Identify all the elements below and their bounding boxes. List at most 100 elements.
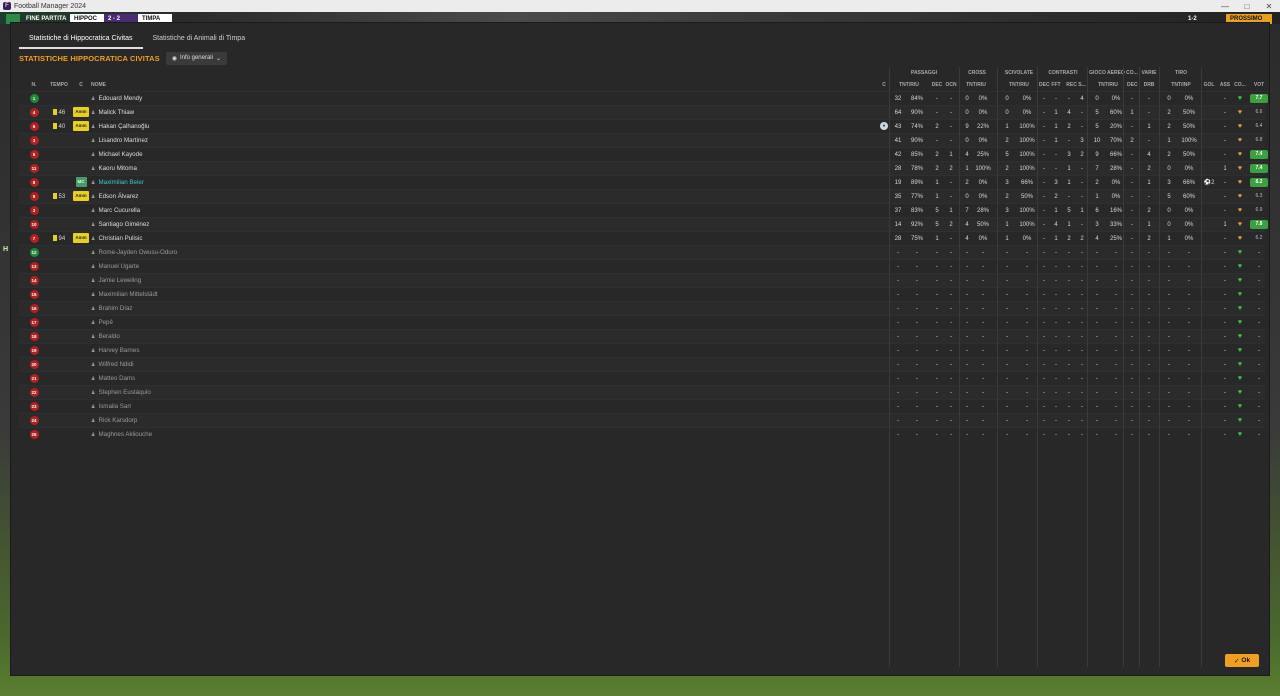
table-row[interactable]: 20 ♟ Wilfred Ndidi - - - - - - - - - - - - - - - - - - - ♥ -: [19, 357, 1265, 371]
player-name-cell[interactable]: ♟ Brahim Díaz: [91, 302, 311, 316]
table-row[interactable]: 17 ♟ Pepê - - - - - - - - - - - - - - - - - - - ♥ -: [19, 315, 1265, 329]
table-row[interactable]: 18 ♟ Beraldo - - - - - - - - - - - - - - - - - - - ♥ -: [19, 329, 1265, 343]
tab-1[interactable]: Statistiche di Animali di Timpa: [143, 31, 256, 49]
table-row[interactable]: 5 ♟ Michael Kayode 42 85% 2 1 4 25% 5 100% - -3 2 9 66%…: [19, 147, 1268, 162]
player-name-cell[interactable]: ♟ Maximilian Beier: [91, 176, 311, 190]
table-row[interactable]: 8 MC ♟ Maximilian Beier 19 89% 1-2 0% 3 66% -3 1-2 0…: [19, 175, 1268, 190]
table-row[interactable]: 10 ♟ Santiago Giménez 14 92% 5 2 4 50% 1 100% -4 1-3…: [19, 217, 1268, 232]
table-row[interactable]: 3 ♟ Lisandro Martínez 41 90% - - 0 0% 2 100% - 1 - 3 10…: [19, 133, 1265, 148]
column-header-pass-tnt[interactable]: TNT/RIU: [891, 79, 927, 91]
column-header-n[interactable]: N.: [27, 79, 41, 91]
player-name[interactable]: Malick Thiaw: [98, 109, 134, 116]
table-row[interactable]: 25 ♟ Maghnes Akliouche - - - - - - - - - - - - - - - - - - - ♥…: [19, 427, 1265, 441]
column-header-contr-rec[interactable]: REC S...: [1064, 79, 1088, 91]
minimize-icon[interactable]: —: [1214, 2, 1236, 11]
table-row[interactable]: 16 ♟ Brahim Díaz - - - - - - - - - - - - - - - - - - - ♥ -: [19, 301, 1265, 315]
table-row[interactable]: 24 ♟ Rick Karsdorp - - - - - - - - - - - - - - - - - - - ♥ -: [19, 413, 1265, 427]
column-header-ass[interactable]: ASS: [1219, 79, 1231, 91]
table-row[interactable]: 1 ♟ Edouard Mendy 32 84% - -0 0% 0 0% - - -4 0 0% - -0 0%…: [19, 91, 1268, 106]
player-name[interactable]: Matteo Dams: [98, 375, 135, 382]
player-name-cell[interactable]: ♟ Lisandro Martínez: [91, 134, 311, 148]
player-name[interactable]: Rome-Jayden Owusu-Oduro: [98, 249, 177, 256]
player-name[interactable]: Beraldo: [98, 333, 119, 340]
player-name[interactable]: Jamie Leweling: [98, 277, 141, 284]
player-name-cell[interactable]: ♟ Rome-Jayden Owusu-Oduro: [91, 246, 311, 260]
player-name[interactable]: Kaoru Mitoma: [98, 165, 137, 172]
player-name-cell[interactable]: ♟ Malick Thiaw: [91, 106, 311, 120]
column-header-vot[interactable]: VOT: [1249, 79, 1269, 91]
player-name[interactable]: Rick Karsdorp: [98, 417, 137, 424]
column-header-cross-tnt[interactable]: TNT/RIU: [961, 79, 991, 91]
tab-0[interactable]: Statistiche di Hippocratica Civitas: [19, 31, 143, 49]
player-name[interactable]: Pepê: [98, 319, 112, 326]
player-name[interactable]: Santiago Giménez: [98, 221, 149, 228]
table-row[interactable]: 4 46 Amm ♟ Malick Thiaw 64 90% - -0 0% 0 0% -1 4-5 60…: [19, 105, 1265, 120]
player-name[interactable]: Michael Kayode: [98, 151, 142, 158]
table-row[interactable]: 11 ♟ Kaoru Mitoma 28 78% 2 2 1 100% 2 100% - -1-7 28%…: [19, 161, 1268, 176]
column-header-co-dec[interactable]: DEC: [1127, 79, 1138, 91]
player-name-cell[interactable]: ♟ Christian Pulisic: [91, 232, 311, 246]
player-name-cell[interactable]: ♟ Stephen Eustáquio: [91, 386, 311, 400]
close-icon[interactable]: ✕: [1258, 2, 1280, 11]
player-name-cell[interactable]: ♟ Santiago Giménez: [91, 218, 311, 232]
table-row[interactable]: 19 ♟ Harvey Barnes - - - - - - - - - - - - - - - - - - - ♥ -: [19, 343, 1265, 357]
player-name[interactable]: Maximilian Beier: [98, 179, 143, 186]
player-name-cell[interactable]: ♟ Ismaila Sarr: [91, 400, 311, 414]
player-name[interactable]: Edson Álvarez: [98, 193, 138, 200]
player-name[interactable]: Ismaila Sarr: [98, 403, 131, 410]
player-name[interactable]: Harvey Barnes: [98, 347, 139, 354]
player-name-cell[interactable]: ♟ Maghnes Akliouche: [91, 428, 311, 442]
view-select[interactable]: ◉ Info generali ⌄: [165, 51, 228, 65]
player-name[interactable]: Lisandro Martínez: [98, 137, 148, 144]
player-name-cell[interactable]: ♟ Beraldo: [91, 330, 311, 344]
player-name-cell[interactable]: ♟ Hakan Çalhanoğlu: [91, 120, 311, 134]
player-name[interactable]: Edouard Mendy: [98, 95, 142, 102]
column-header-sciv-tnt[interactable]: TNT/RIU: [1001, 79, 1037, 91]
player-name[interactable]: Christian Pulisic: [98, 235, 142, 242]
column-header-tempo[interactable]: TEMPO: [49, 79, 69, 91]
player-name[interactable]: Marc Cucurella: [98, 207, 140, 214]
player-name-cell[interactable]: ♟ Maximilian Mittelstädt: [91, 288, 311, 302]
player-name-cell[interactable]: ♟ Michael Kayode: [91, 148, 311, 162]
player-name[interactable]: Wilfred Ndidi: [98, 361, 133, 368]
column-header-contr-fft[interactable]: FFT: [1051, 79, 1061, 91]
table-row[interactable]: 23 ♟ Ismaila Sarr - - - - - - - - - - - - - - - - - - - ♥ -: [19, 399, 1265, 413]
table-row[interactable]: 15 ♟ Maximilian Mittelstädt - - - - - - - - - - - - - - -…: [19, 287, 1265, 301]
column-header-contr-dec[interactable]: DEC: [1039, 79, 1050, 91]
column-header-pass-dec[interactable]: DEC: [931, 79, 943, 91]
player-name[interactable]: Brahim Díaz: [98, 305, 132, 312]
player-name-cell[interactable]: ♟ Edson Álvarez: [91, 190, 311, 204]
column-header-gol[interactable]: GOL: [1203, 79, 1215, 91]
table-row[interactable]: 7 94 Amm ♟ Christian Pulisic 28 75% 1 - 4 0% 1 0% - 1…: [19, 231, 1265, 246]
player-name[interactable]: Manuel Ugarte: [98, 263, 139, 270]
table-row[interactable]: 13 ♟ Manuel Ugarte - - - - - - - - - - - - - - - - - - - ♥ -: [19, 259, 1265, 273]
player-name-cell[interactable]: ♟ Edouard Mendy: [91, 92, 311, 106]
player-name-cell[interactable]: ♟ Manuel Ugarte: [91, 260, 311, 274]
table-row[interactable]: 9 53 Amm ♟ Edson Álvarez 35 77% 1 - 0 0% 2 50% - 2 - - 1…: [19, 189, 1265, 204]
table-row[interactable]: 6 40 Amm ♟ Hakan Çalhanoğlu ● 43 74% 2 - 9 22% 1 100…: [19, 119, 1265, 134]
player-name-cell[interactable]: ♟ Jamie Leweling: [91, 274, 311, 288]
player-name[interactable]: Maximilian Mittelstädt: [98, 291, 157, 298]
column-header-c[interactable]: C: [73, 79, 89, 91]
maximize-icon[interactable]: □: [1236, 2, 1258, 11]
table-row[interactable]: 21 ♟ Matteo Dams - - - - - - - - - - - - - - - - - - - ♥ -: [19, 371, 1265, 385]
table-row[interactable]: 14 ♟ Jamie Leweling - - - - - - - - - - - - - - - - - - - ♥ -: [19, 273, 1265, 287]
column-header-pass-occ[interactable]: OCN: [945, 79, 957, 91]
table-row[interactable]: 22 ♟ Stephen Eustáquio - - - - - - - - - - - - - - - - - - - ♥…: [19, 385, 1265, 399]
player-name[interactable]: Stephen Eustáquio: [98, 389, 150, 396]
player-name-cell[interactable]: ♟ Kaoru Mitoma: [91, 162, 311, 176]
player-name-cell[interactable]: ♟ Wilfred Ndidi: [91, 358, 311, 372]
player-name-cell[interactable]: ♟ Rick Karsdorp: [91, 414, 311, 428]
player-name-cell[interactable]: ♟ Marc Cucurella: [91, 204, 311, 218]
column-header-nome[interactable]: NOME: [91, 79, 311, 91]
table-row[interactable]: 3 ♟ Marc Cucurella 37 83% 5 1 7 28% 3 100% -1 5 1 6 16%…: [19, 203, 1265, 218]
player-name[interactable]: Hakan Çalhanoğlu: [98, 123, 149, 130]
column-header-cond[interactable]: CO...: [1233, 79, 1247, 91]
column-header-aereo-tnt[interactable]: TNT/RIU: [1091, 79, 1125, 91]
player-name-cell[interactable]: ♟ Harvey Barnes: [91, 344, 311, 358]
player-name-cell[interactable]: ♟ Matteo Dams: [91, 372, 311, 386]
table-row[interactable]: 12 ♟ Rome-Jayden Owusu-Oduro - - - - - - - - - - - - - -…: [19, 245, 1265, 259]
player-name-cell[interactable]: ♟ Pepê: [91, 316, 311, 330]
player-name[interactable]: Maghnes Akliouche: [98, 431, 152, 438]
ok-button[interactable]: ✓ Ok: [1225, 654, 1259, 667]
